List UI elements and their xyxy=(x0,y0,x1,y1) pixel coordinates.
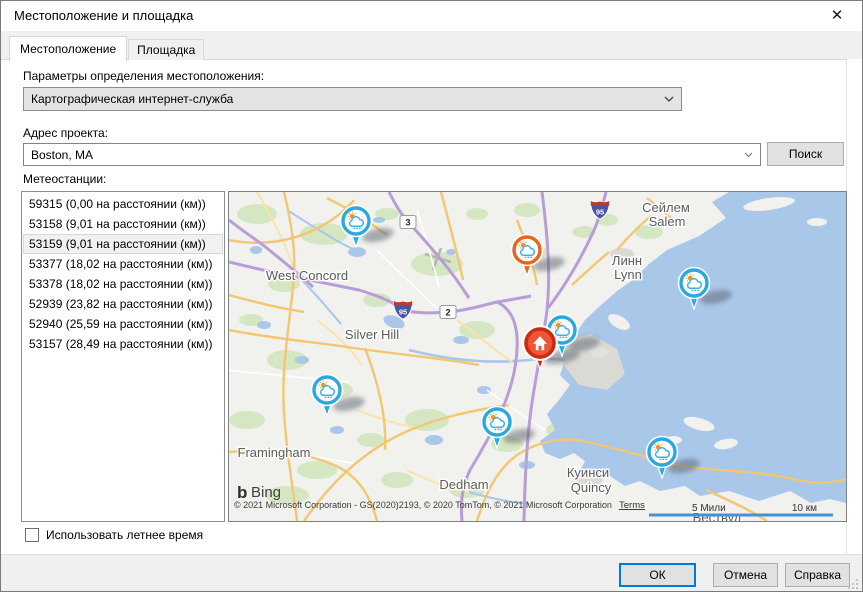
svg-text:2: 2 xyxy=(445,308,450,318)
weather-station-item[interactable]: 52939 (23,82 на расстоянии (км)) xyxy=(23,294,223,314)
search-button[interactable]: Поиск xyxy=(767,142,844,166)
cancel-button[interactable]: Отмена xyxy=(713,563,778,587)
tab-site[interactable]: Площадка xyxy=(128,39,205,60)
weather-station-item[interactable]: 53378 (18,02 на расстоянии (км)) xyxy=(23,274,223,294)
place-label: Framingham xyxy=(238,445,311,460)
scale-miles-label: 5 Мили xyxy=(692,503,726,514)
location-service-dropdown[interactable]: Картографическая интернет-служба xyxy=(23,87,682,111)
weather-stations-label: Метеостанции: xyxy=(23,172,107,186)
svg-text:95: 95 xyxy=(399,308,407,317)
scale-km-label: 10 км xyxy=(792,503,817,514)
place-label: Quincy xyxy=(571,480,612,495)
chevron-down-icon xyxy=(664,96,674,102)
tab-location[interactable]: Местоположение xyxy=(9,36,128,61)
place-label: Lynn xyxy=(614,267,642,282)
weather-station-item[interactable]: 53377 (18,02 на расстоянии (км)) xyxy=(23,254,223,274)
bing-logo-label: Bing xyxy=(251,484,281,501)
location-service-value: Картографическая интернет-служба xyxy=(31,92,234,106)
project-address-value: Boston, MA xyxy=(31,147,94,162)
map-copyright: © 2021 Microsoft Corporation - GS(2020)2… xyxy=(234,500,612,510)
terms-link[interactable]: Terms xyxy=(619,500,645,511)
map-panel[interactable]: 3 95 2 95 West Concord Silver Hill Framingham… xyxy=(228,191,847,527)
dst-checkbox-label: Использовать летнее время xyxy=(46,528,204,542)
place-label: Silver Hill xyxy=(345,327,399,342)
help-button[interactable]: Справка xyxy=(785,563,850,587)
place-label: West Concord xyxy=(266,268,348,283)
place-label: Salem xyxy=(649,214,686,229)
weather-station-item[interactable]: 53157 (28,49 на расстоянии (км)) xyxy=(23,334,223,354)
weather-station-item[interactable]: 52940 (25,59 на расстоянии (км)) xyxy=(23,314,223,334)
svg-text:95: 95 xyxy=(596,208,604,217)
place-label: Куинси xyxy=(567,465,609,480)
ok-button[interactable]: ОК xyxy=(619,563,696,587)
chevron-down-icon xyxy=(744,152,753,157)
close-icon[interactable]: ✕ xyxy=(820,3,854,29)
place-label: Сейлем xyxy=(642,200,690,215)
title-bar: Местоположение и площадка ✕ xyxy=(1,1,862,31)
weather-station-item[interactable]: 53158 (9,01 на расстоянии (км)) xyxy=(23,214,223,234)
dst-checkbox[interactable] xyxy=(25,528,39,542)
tab-strip: Местоположение Площадка xyxy=(9,36,205,61)
project-address-input[interactable]: Boston, MA xyxy=(23,143,761,166)
project-address-label: Адрес проекта: xyxy=(23,126,108,140)
weather-station-item[interactable]: 59315 (0,00 на расстоянии (км)) xyxy=(23,194,223,214)
dialog-title: Местоположение и площадка xyxy=(14,8,194,23)
place-label: Dedham xyxy=(439,477,488,492)
location-and-site-dialog: Местоположение и площадка ✕ Местоположен… xyxy=(0,0,863,592)
weather-station-item-selected[interactable]: 53159 (9,01 на расстоянии (км)) xyxy=(23,234,223,254)
route-shield-icon: 2 xyxy=(439,305,457,319)
place-label: Линн xyxy=(612,253,642,268)
bing-map[interactable]: 3 95 2 95 West Concord Silver Hill Framingham… xyxy=(228,191,847,527)
svg-text:3: 3 xyxy=(405,218,410,228)
resize-grip-icon[interactable] xyxy=(856,587,858,589)
location-params-label: Параметры определения местоположения: xyxy=(23,69,265,83)
weather-station-list[interactable]: 59315 (0,00 на расстоянии (км)) 53158 (9,… xyxy=(21,191,225,522)
footer-bar: ОК Отмена Справка xyxy=(1,554,862,591)
route-shield-icon: 3 xyxy=(399,215,417,229)
